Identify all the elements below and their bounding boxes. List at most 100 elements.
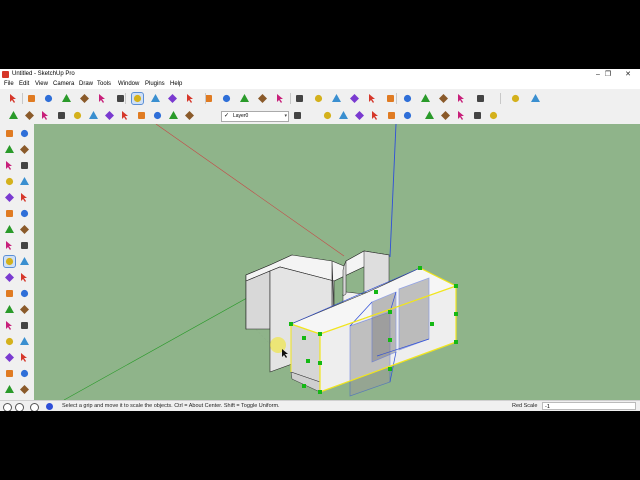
scale-grip[interactable] <box>318 332 322 336</box>
iso-view-tool[interactable] <box>367 93 378 104</box>
scale-grip[interactable] <box>318 390 322 394</box>
pan-tool[interactable] <box>239 93 250 104</box>
textured-tool[interactable] <box>472 110 483 121</box>
pan-tool[interactable] <box>19 320 30 331</box>
menu-window[interactable]: Window <box>118 81 139 87</box>
eraser-tool[interactable] <box>26 93 37 104</box>
push-pull-tool[interactable] <box>79 93 90 104</box>
wireframe-tool[interactable] <box>424 110 435 121</box>
line-tool[interactable] <box>19 160 30 171</box>
scale-grip[interactable] <box>430 322 434 326</box>
arc-tool[interactable] <box>19 192 30 203</box>
zoom-tool[interactable] <box>4 336 15 347</box>
model-canvas[interactable] <box>34 124 640 400</box>
xray-tool[interactable] <box>510 93 521 104</box>
scale-grip[interactable] <box>388 310 392 314</box>
fog-tool[interactable] <box>168 110 179 121</box>
info-tool[interactable] <box>184 110 195 121</box>
follow-me-tool[interactable] <box>19 240 30 251</box>
scale-grip[interactable] <box>302 336 306 340</box>
move-tool[interactable] <box>4 224 15 235</box>
layer-manager-tool[interactable] <box>292 110 303 121</box>
components-tool[interactable] <box>331 93 342 104</box>
position-camera-tool[interactable] <box>4 368 15 379</box>
zoom-window-tool[interactable] <box>19 336 30 347</box>
scale-tool[interactable] <box>131 92 144 105</box>
scale-tool[interactable] <box>3 255 16 268</box>
gear-tool[interactable] <box>72 110 83 121</box>
menu-camera[interactable]: Camera <box>53 81 74 87</box>
share-model-tool[interactable] <box>313 93 324 104</box>
front-view-tool[interactable] <box>402 93 413 104</box>
monochrome-tool[interactable] <box>488 110 499 121</box>
axes-tool[interactable] <box>4 304 15 315</box>
push-pull-tool[interactable] <box>19 224 30 235</box>
pie-tool[interactable] <box>4 208 15 219</box>
rectangle-tool[interactable] <box>4 160 15 171</box>
scale-grip[interactable] <box>302 384 306 388</box>
zoom-tool[interactable] <box>257 93 268 104</box>
geo-location-icon[interactable] <box>3 403 12 411</box>
select-arrow-tool[interactable] <box>8 93 19 104</box>
lamp-tool[interactable] <box>386 110 397 121</box>
layer-dropdown[interactable]: ✓ Layer0 ▾ <box>221 111 289 122</box>
warehouse-tool[interactable] <box>294 93 305 104</box>
drawing-viewport[interactable] <box>34 124 640 400</box>
select-arrow-tool[interactable] <box>4 128 15 139</box>
scale-grip[interactable] <box>454 312 458 316</box>
look-around-tool[interactable] <box>19 368 30 379</box>
pencil-tool[interactable] <box>43 93 54 104</box>
text-tool[interactable] <box>185 93 196 104</box>
scale-grip[interactable] <box>289 322 293 326</box>
section-plane-tool[interactable] <box>19 384 30 395</box>
help-tool[interactable] <box>88 110 99 121</box>
maximize-button[interactable]: ❐ <box>600 70 616 79</box>
section-plane-tool[interactable] <box>475 93 486 104</box>
circle-tool[interactable] <box>4 176 15 187</box>
scale-grip[interactable] <box>306 359 310 363</box>
tag-tool[interactable] <box>24 110 35 121</box>
walk-tool[interactable] <box>4 384 15 395</box>
user-icon[interactable] <box>30 403 39 411</box>
3d-text-tool[interactable] <box>19 304 30 315</box>
offset-tool[interactable] <box>19 256 30 267</box>
freehand-tool[interactable] <box>19 176 30 187</box>
menu-help[interactable]: Help <box>170 81 182 87</box>
zoom-extents-tool[interactable] <box>275 93 286 104</box>
menu-tools[interactable]: Tools <box>97 81 111 87</box>
text-tool[interactable] <box>19 288 30 299</box>
menu-plugins[interactable]: Plugins <box>145 81 165 87</box>
close-button[interactable]: ✕ <box>620 70 636 79</box>
sun-tool[interactable] <box>370 110 381 121</box>
orbit-tool[interactable] <box>221 93 232 104</box>
scale-grip[interactable] <box>388 367 392 371</box>
dimension-tool[interactable] <box>19 272 30 283</box>
instructor-icon[interactable] <box>46 403 53 410</box>
move-tool[interactable] <box>97 93 108 104</box>
sphere-tool[interactable] <box>40 110 51 121</box>
make-component-tool[interactable] <box>19 128 30 139</box>
eraser-tool[interactable] <box>19 144 30 155</box>
orbit-tool[interactable] <box>4 320 15 331</box>
rotate-tool[interactable] <box>4 240 15 251</box>
shaded-tool[interactable] <box>456 110 467 121</box>
previous-view-tool[interactable] <box>19 352 30 363</box>
dimension-tool[interactable] <box>167 93 178 104</box>
menu-view[interactable]: View <box>35 81 48 87</box>
globe-tool[interactable] <box>56 110 67 121</box>
zoom-extents-tool[interactable] <box>4 352 15 363</box>
sandbox-tool[interactable] <box>120 110 131 121</box>
scale-grip[interactable] <box>388 338 392 342</box>
two-point-arc-tool[interactable] <box>19 208 30 219</box>
flag-tool[interactable] <box>338 110 349 121</box>
polygon-tool[interactable] <box>4 192 15 203</box>
scale-grip[interactable] <box>454 340 458 344</box>
styles-tool[interactable] <box>530 93 541 104</box>
scale-grip[interactable] <box>454 284 458 288</box>
paint-bucket-tool[interactable] <box>4 144 15 155</box>
component-tool[interactable] <box>8 110 19 121</box>
hidden-line-tool[interactable] <box>440 110 451 121</box>
left-view-tool[interactable] <box>456 93 467 104</box>
scale-grip[interactable] <box>374 290 378 294</box>
back-view-tool[interactable] <box>438 93 449 104</box>
